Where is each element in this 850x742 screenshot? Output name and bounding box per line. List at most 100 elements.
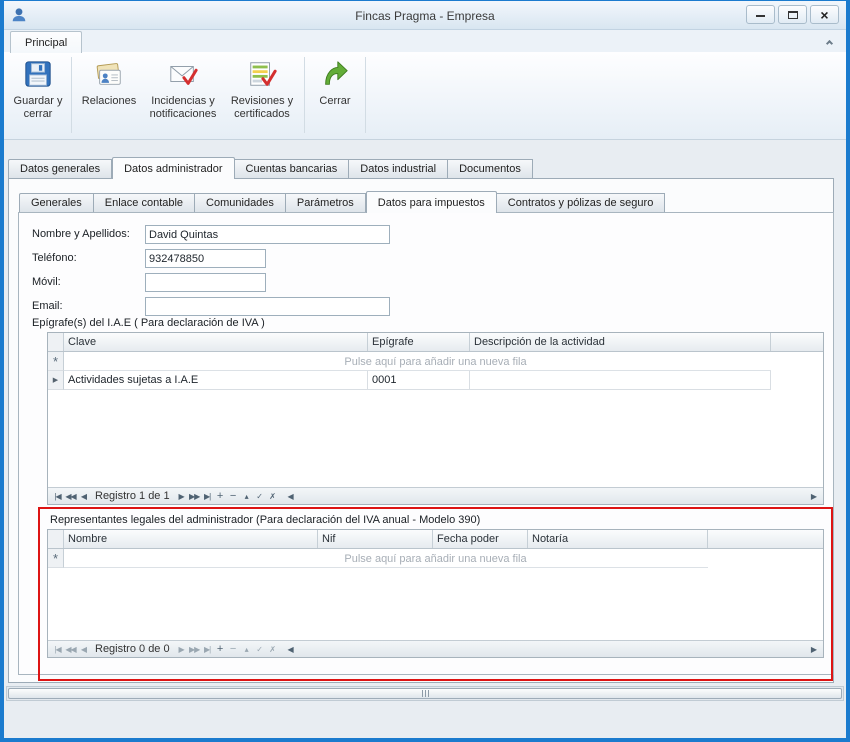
nav-last-button[interactable]: ▶| (201, 642, 214, 657)
title-bar: Fincas Pragma - Empresa × (4, 1, 846, 30)
tab-comunidades[interactable]: Comunidades (195, 193, 286, 212)
cell-clave[interactable]: Actividades sujetas a I.A.E (64, 371, 368, 390)
row-indicator-header (48, 333, 64, 351)
grid-hscrollbar: ◀ ▶ (284, 489, 820, 504)
scroll-left-button[interactable]: ◀ (284, 642, 297, 657)
save-and-close-button[interactable]: Guardar y cerrar (10, 55, 66, 135)
new-row-hint: Pulse aquí para añadir una nueva fila (48, 549, 823, 568)
new-row-indicator: * (48, 352, 64, 371)
tab-documentos[interactable]: Documentos (448, 159, 533, 178)
nav-edit-button[interactable]: ▴ (240, 642, 253, 657)
nav-edit-button[interactable]: ▴ (240, 489, 253, 504)
record-counter: Registro 1 de 1 (95, 490, 170, 502)
nav-endedit-button[interactable]: ✓ (253, 489, 266, 504)
tab-parametros[interactable]: Parámetros (286, 193, 366, 212)
nav-last-button[interactable]: ▶| (201, 489, 214, 504)
minimize-button[interactable] (746, 5, 775, 24)
revisiones-certificados-button[interactable]: Revisiones y certificados (225, 55, 299, 135)
record-counter: Registro 0 de 0 (95, 643, 170, 655)
ribbon-tab-principal[interactable]: Principal (10, 31, 82, 53)
representantes-new-row[interactable]: * Pulse aquí para añadir una nueva fila (48, 549, 823, 568)
nav-cancel-button[interactable]: ✗ (266, 489, 279, 504)
nav-next-button[interactable]: ▶ (175, 489, 188, 504)
window-title: Fincas Pragma - Empresa (4, 1, 846, 30)
nav-first-button[interactable]: |◀ (51, 489, 64, 504)
column-header-nif[interactable]: Nif (318, 530, 433, 548)
column-header-nombre[interactable]: Nombre (64, 530, 318, 548)
contacts-cards-icon (94, 59, 124, 92)
tab-enlace-contable[interactable]: Enlace contable (94, 193, 195, 212)
nombre-apellidos-input[interactable] (145, 225, 390, 244)
asterisk-icon: * (53, 354, 58, 369)
nav-next-button[interactable]: ▶ (175, 642, 188, 657)
nav-append-button[interactable]: + (214, 642, 227, 657)
email-input[interactable] (145, 297, 390, 316)
ribbon-button-label: Incidencias y notificaciones (146, 95, 220, 121)
nav-prev-page-button[interactable]: ◀◀ (64, 642, 77, 657)
ribbon-button-label: Relaciones (82, 95, 136, 108)
nav-first-button[interactable]: |◀ (51, 642, 64, 657)
nav-endedit-button[interactable]: ✓ (253, 642, 266, 657)
telefono-input[interactable] (145, 249, 266, 268)
ribbon-separator (71, 57, 72, 133)
nav-delete-button[interactable]: − (227, 489, 240, 504)
maximize-icon (788, 11, 798, 19)
nav-delete-button[interactable]: − (227, 642, 240, 657)
close-button[interactable]: × (810, 5, 839, 24)
app-window: Fincas Pragma - Empresa × Principal Guar… (0, 0, 850, 742)
scroll-left-button[interactable]: ◀ (284, 489, 297, 504)
column-header-clave[interactable]: Clave (64, 333, 368, 351)
nav-cancel-button[interactable]: ✗ (266, 642, 279, 657)
tab-datos-para-impuestos[interactable]: Datos para impuestos (366, 191, 497, 213)
email-label: Email: (32, 300, 63, 312)
nav-next-page-button[interactable]: ▶▶ (188, 489, 201, 504)
cell-descripcion[interactable] (470, 371, 771, 390)
checklist-icon (247, 59, 277, 92)
asterisk-icon: * (53, 551, 58, 566)
iae-data-row[interactable]: ▶ Actividades sujetas a I.A.E 0001 (48, 371, 823, 390)
tab-contratos-polizas[interactable]: Contratos y pólizas de seguro (497, 193, 666, 212)
tab-cuentas-bancarias[interactable]: Cuentas bancarias (235, 159, 350, 178)
nav-prev-button[interactable]: ◀ (77, 489, 90, 504)
iae-grid: Clave Epígrafe Descripción de la activid… (47, 332, 824, 505)
nav-prev-page-button[interactable]: ◀◀ (64, 489, 77, 504)
scroll-right-button[interactable]: ▶ (807, 642, 820, 657)
tab-datos-administrador[interactable]: Datos administrador (112, 157, 234, 179)
cerrar-button[interactable]: Cerrar (310, 55, 360, 135)
maximize-button[interactable] (778, 5, 807, 24)
column-header-fecha-poder[interactable]: Fecha poder (433, 530, 528, 548)
hscrollbar-thumb[interactable] (8, 688, 842, 699)
column-header-notaria[interactable]: Notaría (528, 530, 708, 548)
tab-generales[interactable]: Generales (19, 193, 94, 212)
current-row-indicator: ▶ (48, 371, 64, 390)
relaciones-button[interactable]: Relaciones (77, 55, 141, 135)
movil-input[interactable] (145, 273, 266, 292)
tab-datos-industrial[interactable]: Datos industrial (349, 159, 448, 178)
tab-datos-generales[interactable]: Datos generales (8, 159, 112, 178)
ribbon-collapse-button[interactable] (821, 34, 837, 49)
window-hscrollbar[interactable] (6, 686, 844, 701)
grid-empty-area (48, 390, 823, 487)
ribbon-button-label: Guardar y cerrar (12, 95, 64, 121)
nav-next-page-button[interactable]: ▶▶ (188, 642, 201, 657)
nav-append-button[interactable]: + (214, 489, 227, 504)
iae-section-title: Epígrafe(s) del I.A.E ( Para declaración… (32, 317, 265, 329)
datos-para-impuestos-page: Nombre y Apellidos: Teléfono: Móvil: Ema… (18, 212, 834, 675)
window-controls: × (746, 5, 839, 24)
iae-grid-header: Clave Epígrafe Descripción de la activid… (48, 333, 823, 352)
iae-new-row[interactable]: * Pulse aquí para añadir una nueva fila (48, 352, 823, 371)
nav-prev-button[interactable]: ◀ (77, 642, 90, 657)
representantes-grid: Nombre Nif Fecha poder Notaría * Pulse a… (47, 529, 824, 658)
hscroll-track[interactable] (297, 490, 807, 503)
column-header-filler (771, 333, 823, 351)
scroll-right-button[interactable]: ▶ (807, 489, 820, 504)
column-header-descripcion[interactable]: Descripción de la actividad (470, 333, 771, 351)
incidencias-notificaciones-button[interactable]: Incidencias y notificaciones (144, 55, 222, 135)
grid-hscrollbar: ◀ ▶ (284, 642, 820, 657)
hscroll-track[interactable] (297, 643, 807, 656)
representantes-section-title: Representantes legales del administrador… (50, 514, 480, 526)
representantes-grid-header: Nombre Nif Fecha poder Notaría (48, 530, 823, 549)
column-header-epigrafe[interactable]: Epígrafe (368, 333, 470, 351)
new-row-indicator: * (48, 549, 64, 568)
cell-epigrafe[interactable]: 0001 (368, 371, 470, 390)
